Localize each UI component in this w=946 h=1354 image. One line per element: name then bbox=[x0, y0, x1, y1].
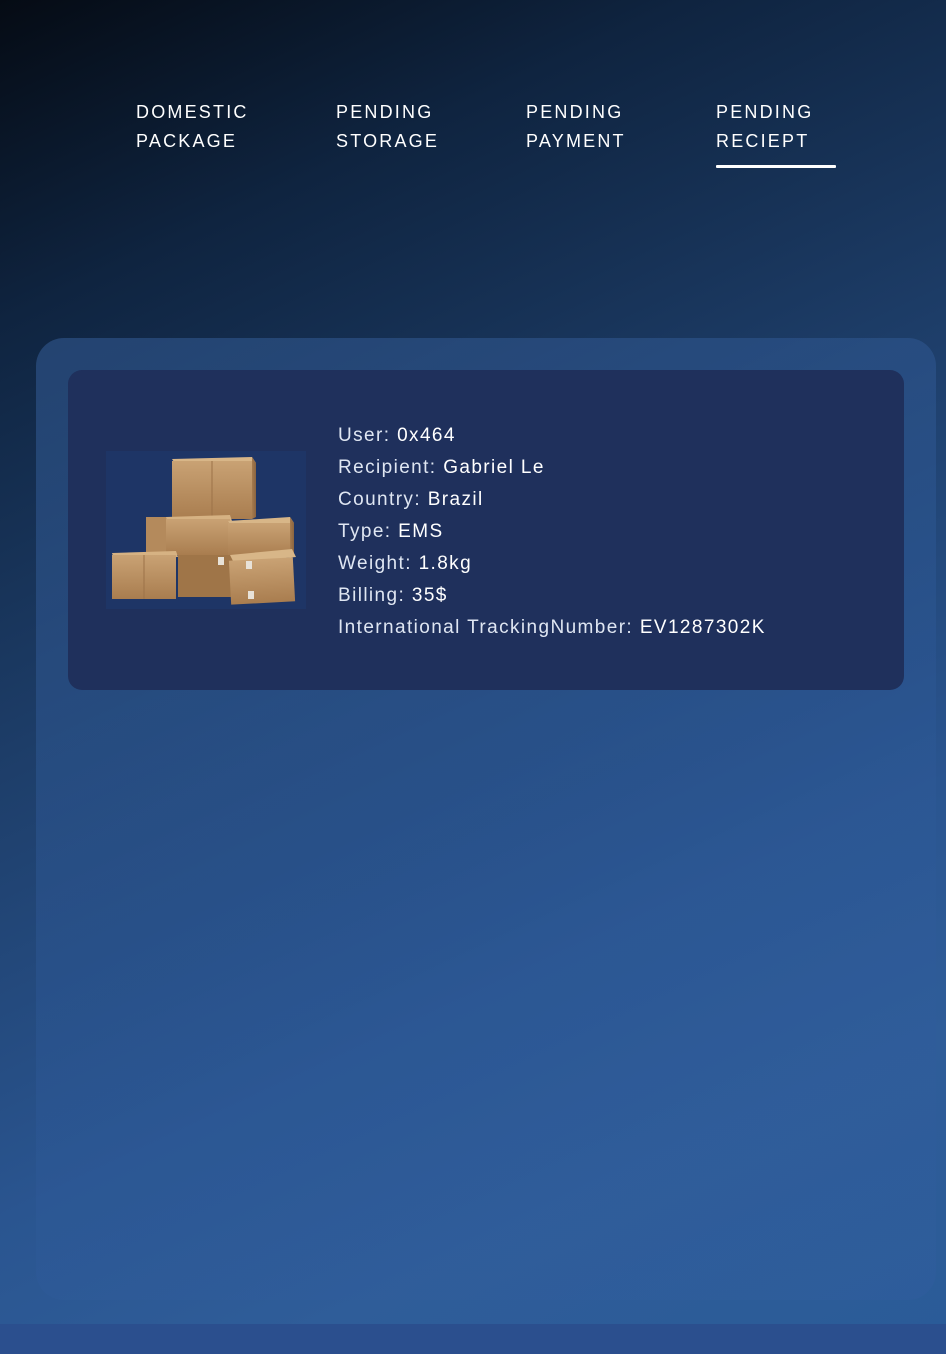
weight-value: 1.8kg bbox=[418, 553, 473, 574]
package-details: User: 0x464 Recipient: Gabriel Le Countr… bbox=[338, 420, 766, 644]
tab-label-line1: PENDING bbox=[336, 102, 434, 122]
type-label: Type: bbox=[338, 521, 392, 542]
active-tab-indicator bbox=[716, 165, 836, 168]
tab-label-line1: DOMESTIC bbox=[136, 102, 249, 122]
user-row: User: 0x464 bbox=[338, 420, 766, 452]
country-row: Country: Brazil bbox=[338, 484, 766, 516]
type-row: Type: EMS bbox=[338, 516, 766, 548]
billing-value: 35$ bbox=[411, 585, 448, 606]
tab-label-line2: PAYMENT bbox=[526, 131, 626, 151]
tab-domestic-package[interactable]: DOMESTIC PACKAGE bbox=[136, 98, 249, 156]
tracking-label: International TrackingNumber: bbox=[338, 617, 634, 638]
status-tabs: DOMESTIC PACKAGE PENDING STORAGE PENDING… bbox=[0, 98, 946, 170]
tracking-row: International TrackingNumber: EV1287302K bbox=[338, 612, 766, 644]
recipient-row: Recipient: Gabriel Le bbox=[338, 452, 766, 484]
package-card[interactable]: User: 0x464 Recipient: Gabriel Le Countr… bbox=[68, 370, 904, 690]
country-label: Country: bbox=[338, 489, 422, 510]
tab-label-line2: RECIEPT bbox=[716, 131, 810, 151]
tab-label-line2: PACKAGE bbox=[136, 131, 238, 151]
user-value: 0x464 bbox=[397, 425, 456, 446]
country-value: Brazil bbox=[427, 489, 484, 510]
tab-label-line1: PENDING bbox=[716, 102, 814, 122]
weight-row: Weight: 1.8kg bbox=[338, 548, 766, 580]
boxes-illustration bbox=[112, 457, 296, 605]
weight-label: Weight: bbox=[338, 553, 412, 574]
cardboard-boxes-icon bbox=[106, 451, 306, 609]
billing-label: Billing: bbox=[338, 585, 406, 606]
tab-pending-storage[interactable]: PENDING STORAGE bbox=[336, 98, 439, 156]
recipient-value: Gabriel Le bbox=[443, 457, 545, 478]
tracking-value: EV1287302K bbox=[639, 617, 766, 638]
tab-label-line1: PENDING bbox=[526, 102, 624, 122]
tab-pending-payment[interactable]: PENDING PAYMENT bbox=[526, 98, 626, 156]
user-label: User: bbox=[338, 425, 391, 446]
type-value: EMS bbox=[398, 521, 444, 542]
tab-pending-receipt[interactable]: PENDING RECIEPT bbox=[716, 98, 813, 156]
tab-label-line2: STORAGE bbox=[336, 131, 440, 151]
bottom-bar bbox=[0, 1324, 946, 1354]
recipient-label: Recipient: bbox=[338, 457, 437, 478]
billing-row: Billing: 35$ bbox=[338, 580, 766, 612]
